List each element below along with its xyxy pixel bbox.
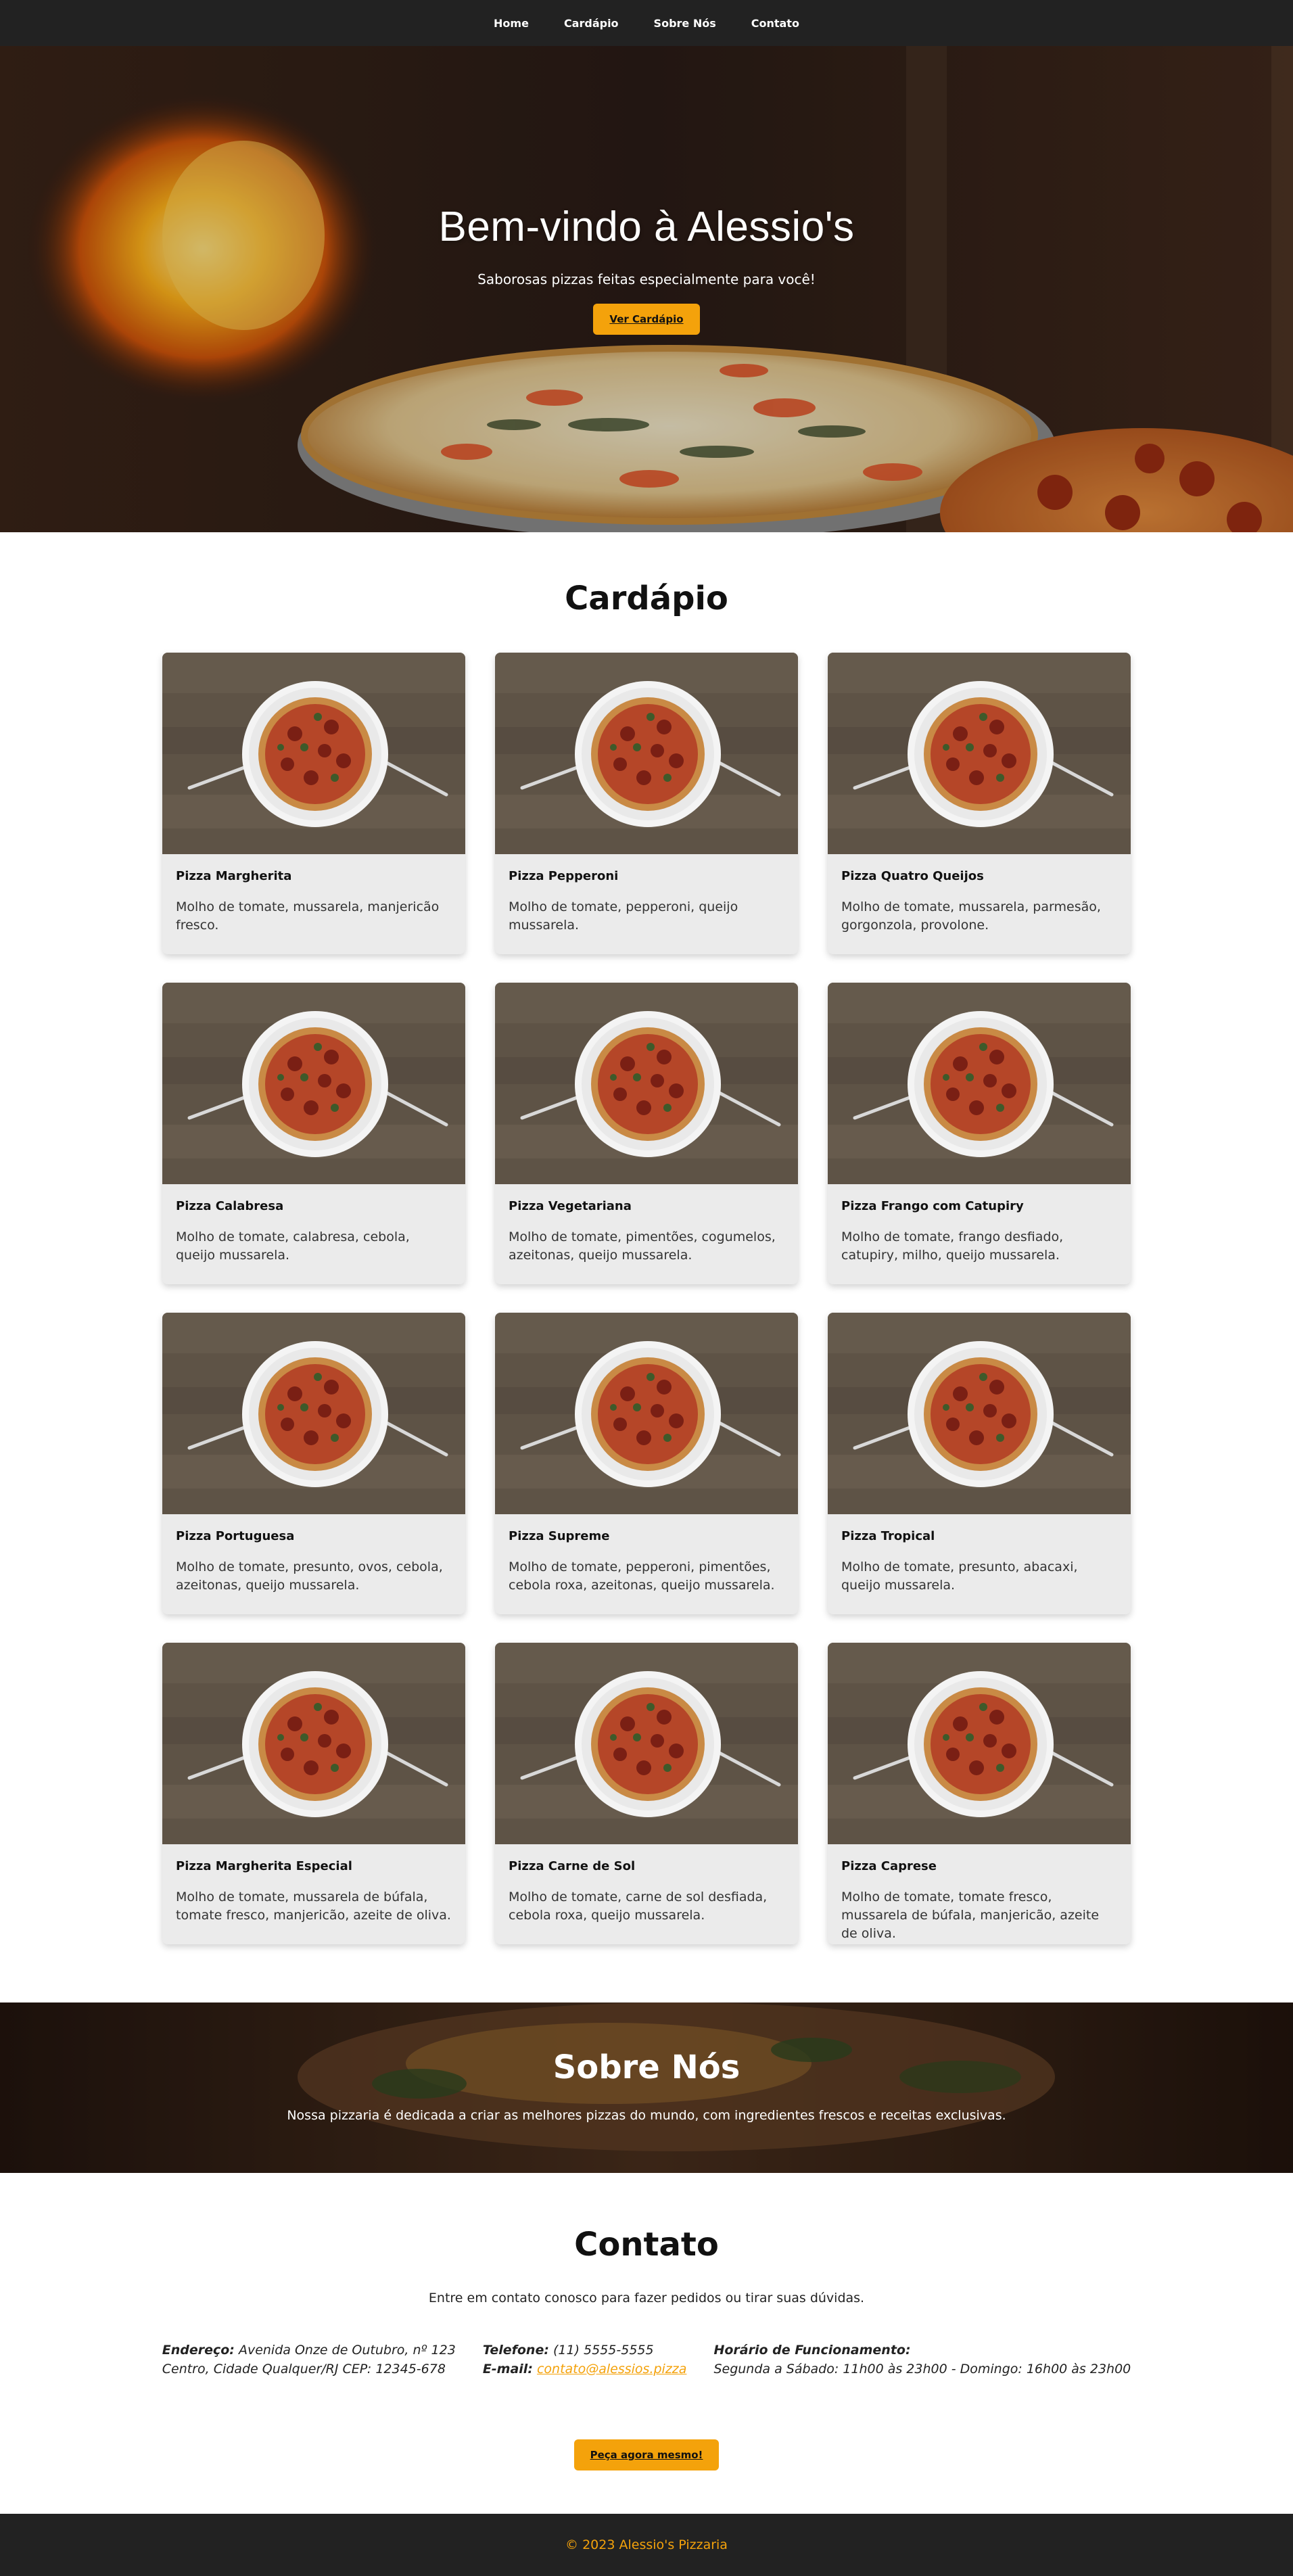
pizza-image xyxy=(162,983,465,1184)
hero-subtitle: Saborosas pizzas feitas especialmente pa… xyxy=(477,271,816,287)
about-title: Sobre Nós xyxy=(553,2048,740,2086)
pizza-description: Molho de tomate, mussarela de búfala, to… xyxy=(176,1890,451,1923)
pizza-name: Pizza Calabresa xyxy=(176,1199,284,1213)
menu-title: Cardápio xyxy=(565,580,728,617)
pizza-name: Pizza Margherita Especial xyxy=(176,1859,352,1873)
pizza-name: Pizza Frango com Catupiry xyxy=(841,1199,1024,1213)
pizza-name: Pizza Tropical xyxy=(841,1529,935,1543)
address-label: Endereço: xyxy=(162,2343,235,2358)
about-section: Sobre Nós Nossa pizzaria é dedicada a cr… xyxy=(0,2003,1293,2173)
pizza-name: Pizza Vegetariana xyxy=(509,1199,632,1213)
address-line-1: Avenida Onze de Outubro, nº 123 xyxy=(238,2343,456,2358)
phone-number: (11) 5555-5555 xyxy=(553,2343,654,2358)
pizza-name: Pizza Portuguesa xyxy=(176,1529,295,1543)
pizza-description: Molho de tomate, presunto, ovos, cebola,… xyxy=(176,1560,443,1593)
contact-title: Contato xyxy=(574,2226,719,2264)
pizza-description: Molho de tomate, mussarela, parmesão, go… xyxy=(841,899,1101,933)
pizza-name: Pizza Caprese xyxy=(841,1859,937,1873)
menu-section: Cardápio Pizza Margherita Molho de tomate… xyxy=(0,532,1293,2003)
hours-text: Segunda a Sábado: 11h00 às 23h00 - Domin… xyxy=(713,2362,1131,2376)
menu-card: Pizza Margherita Molho de tomate, mussare… xyxy=(162,653,465,954)
nav-link-home[interactable]: Home xyxy=(494,17,529,30)
pizza-name: Pizza Supreme xyxy=(509,1529,610,1543)
pizza-image xyxy=(828,1313,1131,1514)
menu-card: Pizza Tropical Molho de tomate, presunto,… xyxy=(828,1313,1131,1614)
pizza-image xyxy=(495,1643,798,1844)
pizza-image xyxy=(828,1643,1131,1844)
nav-link-sobre-nos[interactable]: Sobre Nós xyxy=(654,17,716,30)
pizza-image xyxy=(828,983,1131,1184)
nav-link-cardapio[interactable]: Cardápio xyxy=(564,17,619,30)
pizza-image xyxy=(495,1313,798,1514)
about-text: Nossa pizzaria é dedicada a criar as mel… xyxy=(287,2108,1006,2123)
pizza-description: Molho de tomate, calabresa, cebola, quei… xyxy=(176,1230,410,1263)
pizza-name: Pizza Quatro Queijos xyxy=(841,869,984,883)
about-content: Sobre Nós Nossa pizzaria é dedicada a cr… xyxy=(0,2048,1293,2123)
phone-label: Telefone: xyxy=(482,2343,549,2358)
menu-card: Pizza Pepperoni Molho de tomate, pepperon… xyxy=(495,653,798,954)
hero-section: Bem-vindo à Alessio's Saborosas pizzas f… xyxy=(0,46,1293,532)
top-navigation: Home Cardápio Sobre Nós Contato xyxy=(0,0,1293,46)
contact-section: Contato Entre em contato conosco para fa… xyxy=(0,2173,1293,2514)
menu-grid: Pizza Margherita Molho de tomate, mussare… xyxy=(162,653,1131,1944)
address-line-2: Centro, Cidade Qualquer/RJ CEP: 12345-67… xyxy=(162,2362,446,2376)
pizza-name: Pizza Margherita xyxy=(176,869,292,883)
footer-copyright: © 2023 Alessio's Pizzaria xyxy=(565,2537,728,2552)
hours-label: Horário de Funcionamento: xyxy=(713,2343,911,2358)
contact-lead: Entre em contato conosco para fazer pedi… xyxy=(428,2291,865,2305)
menu-card: Pizza Caprese Molho de tomate, tomate fre… xyxy=(828,1643,1131,1944)
pizza-description: Molho de tomate, pepperoni, queijo mussa… xyxy=(509,899,738,933)
contact-info: Endereço: Avenida Onze de Outubro, nº 12… xyxy=(0,2341,1293,2379)
order-now-button[interactable]: Peça agora mesmo! xyxy=(573,2439,720,2470)
pizza-image xyxy=(495,983,798,1184)
email-link[interactable]: contato@alessios.pizza xyxy=(537,2362,686,2376)
footer: © 2023 Alessio's Pizzaria xyxy=(0,2514,1293,2576)
pizza-description: Molho de tomate, pimentões, cogumelos, a… xyxy=(509,1230,776,1263)
menu-card: Pizza Carne de Sol Molho de tomate, carne… xyxy=(495,1643,798,1944)
pizza-description: Molho de tomate, carne de sol desfiada, … xyxy=(509,1890,768,1923)
email-label: E-mail: xyxy=(482,2362,533,2376)
nav-link-contato[interactable]: Contato xyxy=(751,17,799,30)
pizza-image xyxy=(828,653,1131,854)
pizza-name: Pizza Carne de Sol xyxy=(509,1859,636,1873)
pizza-description: Molho de tomate, pepperoni, pimentões, c… xyxy=(509,1560,775,1593)
pizza-description: Molho de tomate, tomate fresco, mussarel… xyxy=(841,1890,1100,1941)
menu-card: Pizza Supreme Molho de tomate, pepperoni,… xyxy=(495,1313,798,1614)
menu-card: Pizza Frango com Catupiry Molho de tomate… xyxy=(828,983,1131,1284)
pizza-image xyxy=(162,1313,465,1514)
pizza-image xyxy=(495,653,798,854)
ver-cardapio-button[interactable]: Ver Cardápio xyxy=(593,304,700,335)
contact-hours: Horário de Funcionamento: Segunda a Sába… xyxy=(713,2341,1131,2379)
contact-address: Endereço: Avenida Onze de Outubro, nº 12… xyxy=(162,2341,456,2379)
menu-card: Pizza Vegetariana Molho de tomate, piment… xyxy=(495,983,798,1284)
pizza-description: Molho de tomate, presunto, abacaxi, quei… xyxy=(841,1560,1078,1593)
pizza-name: Pizza Pepperoni xyxy=(509,869,619,883)
menu-card: Pizza Calabresa Molho de tomate, calabres… xyxy=(162,983,465,1284)
contact-phone-email: Telefone: (11) 5555-5555 E-mail: contato… xyxy=(483,2341,687,2379)
hero-title: Bem-vindo à Alessio's xyxy=(438,204,855,250)
pizza-description: Molho de tomate, frango desfiado, catupi… xyxy=(841,1230,1064,1263)
menu-card: Pizza Quatro Queijos Molho de tomate, mus… xyxy=(828,653,1131,954)
pizza-description: Molho de tomate, mussarela, manjericão f… xyxy=(176,899,440,933)
pizza-image xyxy=(162,1643,465,1844)
hero-content: Bem-vindo à Alessio's Saborosas pizzas f… xyxy=(0,203,1293,335)
menu-card: Pizza Portuguesa Molho de tomate, presunt… xyxy=(162,1313,465,1614)
pizza-image xyxy=(162,653,465,854)
menu-card: Pizza Margherita Especial Molho de tomate… xyxy=(162,1643,465,1944)
